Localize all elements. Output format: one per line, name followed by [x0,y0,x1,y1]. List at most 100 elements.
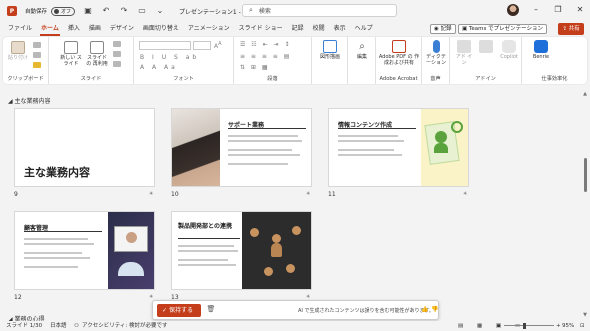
font-color-icons[interactable]: A A Aa [140,64,178,71]
body-text [338,140,404,142]
adobe-group-label: Adobe Acrobat [379,76,418,82]
tab-11[interactable]: ヘルプ [354,22,374,36]
zoom-out-icon[interactable]: − [497,322,502,330]
tab-3[interactable]: 描画 [88,22,102,36]
copilot-button[interactable]: Copilot [498,40,520,60]
title-rule [24,231,102,232]
tab-10[interactable]: 表示 [333,22,347,36]
benrie-icon [534,40,548,53]
avatar[interactable] [507,4,519,16]
slide-title: 製品開発部との連携 [178,223,232,230]
zoom-in-icon[interactable]: + [556,322,561,330]
customize-icon[interactable]: ⌄ [155,6,165,16]
search-input[interactable]: ⌕ 検索 [242,4,397,17]
body-text [228,163,288,165]
font-name-select[interactable] [139,41,191,50]
zoom-slider[interactable] [504,325,554,326]
keep-button[interactable]: ✓ 保持する [157,304,201,317]
zoom-level[interactable]: 95% [562,322,574,330]
transition-icon: ✳ [149,191,154,197]
new-slide-label: 新しい スライド [60,55,82,67]
redo-icon[interactable]: ↷ [119,6,129,16]
scroll-down-icon[interactable]: ▼ [582,312,588,318]
drawing-group: 図形描画 [312,37,348,84]
reuse-slides-button[interactable]: スライドの 再利用 [85,41,109,67]
drawing-button[interactable]: 図形描画 [316,40,344,60]
zoom-slider-thumb[interactable] [523,323,526,329]
undo-icon[interactable]: ↶ [101,6,111,16]
shapes-icon [323,40,337,53]
thumbs-up-icon[interactable]: 👍 [421,306,428,313]
autosave-label: 自動保存 [25,9,48,15]
new-slide-button[interactable]: 新しい スライド [59,41,83,67]
reset-icon[interactable] [113,51,121,57]
slide-thumbnail[interactable]: 情報コンテンツ作成 [328,108,469,187]
tab-0[interactable]: ファイル [7,22,33,36]
body-text [24,257,90,259]
thumbs-down-icon[interactable]: 👎 [431,306,438,313]
save-icon[interactable]: ▣ [83,6,93,16]
paste-button[interactable]: 貼り付け [7,41,29,61]
list-icons[interactable]: ☰ ☷ ⇤ ⇥ ↕ [240,41,291,48]
tab-2[interactable]: 挿入 [67,22,81,36]
section-header[interactable]: ◢ 主な業務内容 [8,96,51,105]
fit-slide-icon[interactable]: ⊡ [580,322,585,330]
cut-icon[interactable] [33,42,41,48]
section-icon[interactable] [113,61,121,67]
share-button[interactable]: ⇪ 共有 [558,23,584,35]
format-painter-icon[interactable] [33,62,41,68]
delete-icon[interactable]: 🗑 [206,305,216,316]
tab-1[interactable]: ホーム [40,22,60,36]
addins-extra-icon [479,40,493,53]
layout-icon[interactable] [113,41,121,47]
font-grow-icon[interactable]: AA [214,41,222,50]
maximize-icon[interactable]: ❐ [552,4,564,16]
tab-7[interactable]: スライド ショー [238,22,284,36]
tab-9[interactable]: 校閲 [312,22,326,36]
badge-icon [451,121,463,133]
title-rule [228,128,306,129]
transition-icon: ✳ [149,294,154,300]
share-label: 共有 [568,26,580,32]
align-icons[interactable]: ≡ ≡ ≡ ≡ ▤ [240,53,291,60]
present-icon[interactable]: ▭ [137,6,147,16]
vertical-scrollbar[interactable] [584,158,587,192]
search-icon: ⌕ [249,6,253,14]
tab-5[interactable]: 画面切り替え [142,22,180,36]
slide-thumbnail[interactable]: サポート業務 [171,108,312,187]
slide-thumbnail[interactable]: 主な業務内容 [14,108,155,187]
copy-icon[interactable] [33,52,41,58]
autosave-toggle[interactable]: オフ [51,6,76,16]
addins-label: アド イン [455,54,473,66]
accessibility-status[interactable]: アクセシビリティ: 検討が必要です [82,322,168,330]
teams-present-button[interactable]: ▣ Teams でプレゼンテーション [458,24,547,34]
benrie-button[interactable]: Benrie [530,40,552,60]
tab-6[interactable]: アニメーション [187,22,231,36]
addins-button[interactable]: アド イン [454,40,474,66]
language-indicator[interactable]: 日本語 [50,322,67,330]
font-size-select[interactable] [193,41,211,50]
title-rule [178,238,240,239]
face-shape [126,232,137,243]
paste-label: 貼り付け [7,55,28,61]
adobe-pdf-button[interactable]: Adobe PDF の 作成および共有 [378,40,420,66]
tab-8[interactable]: 記録 [291,22,305,36]
slide-thumbnail[interactable]: 顧客管理 [14,211,155,290]
font-format-icons[interactable]: B I U S ab [140,54,199,61]
figure-shape [250,228,259,237]
body-text [24,238,88,240]
close-icon[interactable]: ✕ [574,4,586,16]
text-direction-icons[interactable]: ⇅ ⊞ ▦ [240,64,270,71]
slide-number: 9 [14,191,18,198]
scroll-up-icon[interactable]: ▲ [582,91,588,97]
slide-number: 10 [171,191,179,198]
minimize-icon[interactable]: – [530,4,542,16]
record-button[interactable]: ◉ 記録 [430,24,456,34]
slides-group-label: スライド [80,76,102,82]
addins-extra-button[interactable] [476,40,496,54]
dictation-button[interactable]: ディクテーション [424,40,448,66]
editing-button[interactable]: ⌕ 編集 [351,40,373,60]
tab-4[interactable]: デザイン [109,22,135,36]
view-icons[interactable]: ▤ ▦ ▣ ▭ [458,322,526,330]
slide-thumbnail[interactable]: 製品開発部との連携 [171,211,312,290]
